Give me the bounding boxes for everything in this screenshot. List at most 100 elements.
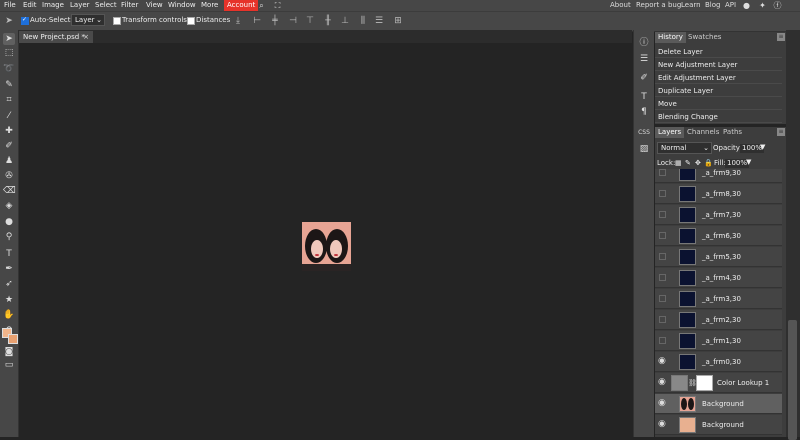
lock-position-icon[interactable]: ✥: [695, 159, 701, 168]
blend-mode-dropdown[interactable]: Normal ⌄: [657, 142, 712, 154]
layer-row[interactable]: _a_frm1,30: [655, 331, 782, 351]
brush-settings-icon[interactable]: ✐: [638, 72, 650, 84]
history-item[interactable]: Duplicate Layer: [655, 85, 782, 97]
menu-filter[interactable]: Filter: [121, 1, 138, 10]
canvas-image[interactable]: [302, 222, 351, 271]
lasso-tool-icon[interactable]: ➰: [3, 63, 15, 75]
visibility-toggle[interactable]: [659, 232, 666, 239]
history-item[interactable]: Move: [655, 98, 782, 110]
marquee-tool-icon[interactable]: ⬚: [3, 47, 15, 59]
eraser-tool-icon[interactable]: ⌫: [3, 185, 16, 197]
clone-stamp-tool-icon[interactable]: ♟: [3, 155, 15, 167]
distances-checkbox[interactable]: [187, 17, 195, 25]
visibility-toggle[interactable]: [659, 211, 666, 218]
align-right-icon[interactable]: ⊣: [288, 16, 298, 26]
align-left-icon[interactable]: ⊢: [252, 16, 262, 26]
lock-pixels-icon[interactable]: ✎: [685, 159, 691, 168]
menu-layer[interactable]: Layer: [70, 1, 90, 10]
close-icon[interactable]: ×: [83, 31, 89, 43]
character-icon[interactable]: T: [638, 91, 650, 103]
eye-icon[interactable]: ◉: [658, 397, 666, 409]
move-tool-icon[interactable]: ➤: [3, 33, 15, 45]
menu-window[interactable]: Window: [168, 1, 196, 10]
layer-row[interactable]: ◉ ⛓ Color Lookup 1: [655, 373, 782, 393]
layer-row[interactable]: ◉ Background: [655, 415, 782, 435]
layer-row[interactable]: _a_frm6,30: [655, 226, 782, 246]
history-item[interactable]: New Adjustment Layer: [655, 59, 782, 71]
brush-tool-icon[interactable]: ✐: [3, 140, 15, 152]
lock-all-icon[interactable]: 🔒: [704, 159, 713, 168]
twitter-icon[interactable]: ✦: [758, 1, 767, 10]
panel-menu-icon[interactable]: ≡: [777, 33, 785, 41]
facebook-icon[interactable]: ⓕ: [773, 1, 782, 10]
eye-icon[interactable]: ◉: [658, 376, 666, 388]
align-top-icon[interactable]: ⊤: [305, 16, 315, 26]
tab-layers[interactable]: Layers: [655, 127, 685, 138]
link-report-bug[interactable]: Report a bug: [636, 1, 681, 10]
visibility-toggle[interactable]: [659, 190, 666, 197]
screen-mode-icon[interactable]: ▭: [3, 359, 15, 371]
opacity-dropdown-icon[interactable]: ▼: [760, 143, 765, 152]
visibility-toggle[interactable]: [659, 169, 666, 176]
css-icon[interactable]: CSS: [638, 127, 650, 139]
paint-bucket-tool-icon[interactable]: ◈: [3, 200, 15, 212]
layer-row[interactable]: _a_frm8,30: [655, 184, 782, 204]
history-item[interactable]: Blending Change: [655, 111, 782, 123]
visibility-toggle[interactable]: [659, 337, 666, 344]
layer-row[interactable]: _a_frm9,30: [655, 169, 782, 183]
blur-tool-icon[interactable]: ●: [3, 216, 15, 228]
eye-icon[interactable]: ◉: [658, 355, 666, 367]
eye-icon[interactable]: ◉: [658, 418, 666, 430]
menu-edit[interactable]: Edit: [23, 1, 37, 10]
visibility-toggle[interactable]: [659, 316, 666, 323]
layer-row-selected[interactable]: ◉ Background: [655, 394, 782, 414]
healing-tool-icon[interactable]: ✚: [3, 125, 15, 137]
panel-scrollbar[interactable]: [786, 30, 800, 440]
menu-more[interactable]: More: [201, 1, 218, 10]
properties-icon[interactable]: ☰: [638, 53, 650, 65]
account-button[interactable]: Account: [224, 0, 259, 11]
grid-icon[interactable]: ⊞: [393, 16, 403, 26]
link-learn[interactable]: Learn: [681, 1, 701, 10]
visibility-toggle[interactable]: [659, 274, 666, 281]
align-bottom-icon[interactable]: ⊥: [340, 16, 350, 26]
image-icon[interactable]: ▨: [638, 143, 650, 155]
auto-select-target-dropdown[interactable]: Layer ⌄: [71, 14, 105, 26]
eyedropper-tool-icon[interactable]: ⁄: [3, 110, 15, 122]
pen-tool-icon[interactable]: ✒: [3, 263, 15, 275]
link-blog[interactable]: Blog: [705, 1, 720, 10]
menu-view[interactable]: View: [146, 1, 163, 10]
tab-swatches[interactable]: Swatches: [685, 32, 724, 43]
document-tab[interactable]: New Project.psd * ×: [19, 31, 93, 43]
align-center-icon[interactable]: ╪: [270, 16, 280, 26]
history-item[interactable]: Edit Adjustment Layer: [655, 72, 782, 84]
distribute-vertical-icon[interactable]: ☰: [374, 16, 384, 26]
type-tool-icon[interactable]: T: [3, 248, 15, 260]
history-brush-tool-icon[interactable]: ✇: [3, 170, 15, 182]
menu-select[interactable]: Select: [95, 1, 117, 10]
visibility-toggle[interactable]: [659, 253, 666, 260]
menu-file[interactable]: File: [4, 1, 16, 10]
align-middle-icon[interactable]: ╫: [323, 16, 333, 26]
scrollbar-thumb[interactable]: [788, 320, 797, 440]
menu-image[interactable]: Image: [42, 1, 64, 10]
search-icon[interactable]: ⌕: [257, 1, 266, 10]
layer-row[interactable]: _a_frm4,30: [655, 268, 782, 288]
info-icon[interactable]: ⓘ: [638, 37, 650, 49]
hand-tool-icon[interactable]: ✋: [3, 309, 15, 321]
download-icon[interactable]: ⤓: [233, 16, 243, 26]
reddit-icon[interactable]: ●: [742, 1, 751, 10]
layer-row[interactable]: _a_frm7,30: [655, 205, 782, 225]
transform-controls-checkbox[interactable]: [113, 17, 121, 25]
link-about[interactable]: About: [610, 1, 631, 10]
dodge-tool-icon[interactable]: ⚲: [3, 231, 15, 243]
quick-select-tool-icon[interactable]: ✎: [3, 79, 15, 91]
fill-dropdown-icon[interactable]: ▼: [746, 158, 751, 167]
quick-mask-icon[interactable]: ◙: [3, 346, 15, 358]
panel-menu-icon[interactable]: ≡: [777, 128, 785, 136]
shape-tool-icon[interactable]: ★: [3, 294, 15, 306]
layer-row[interactable]: _a_frm5,30: [655, 247, 782, 267]
background-color-swatch[interactable]: [8, 334, 18, 344]
path-select-tool-icon[interactable]: ➶: [3, 278, 15, 290]
distribute-icon[interactable]: ⫼: [358, 16, 368, 26]
